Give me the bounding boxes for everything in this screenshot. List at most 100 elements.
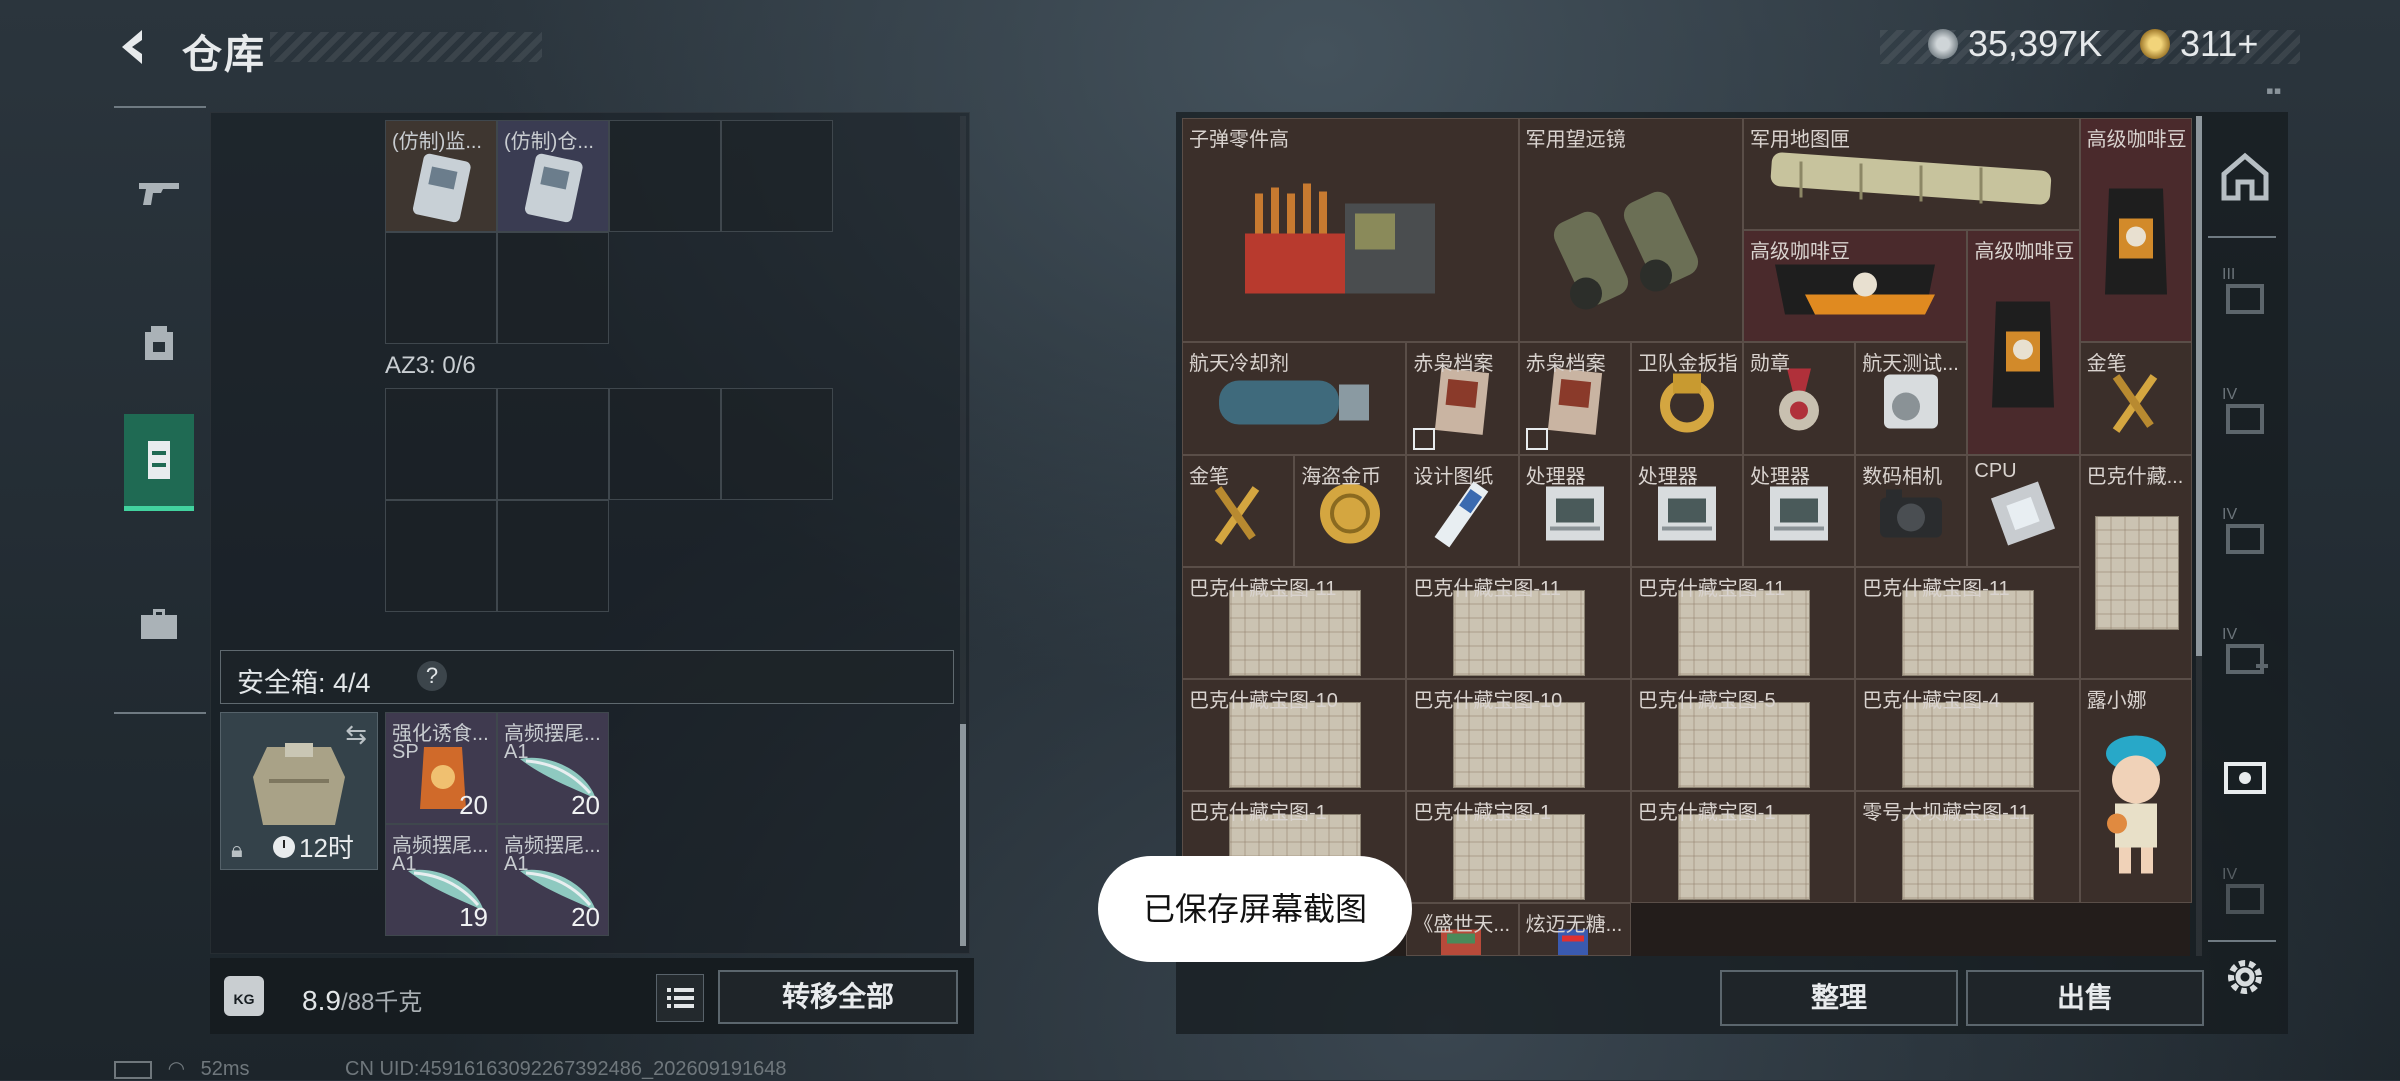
timer-text: 12时: [299, 833, 354, 863]
warehouse-item[interactable]: 卫队金扳指: [1630, 342, 1743, 455]
gold-currency[interactable]: 311+: [2140, 22, 2258, 66]
grid-cell[interactable]: [385, 388, 497, 500]
settings-gear-icon[interactable]: [2222, 954, 2268, 1000]
title-decoration: [270, 32, 542, 62]
item-name: 巴克什藏宝图-4: [1862, 690, 2000, 712]
grid-cell[interactable]: [721, 388, 833, 500]
sell-button[interactable]: 出售: [1966, 970, 2204, 1026]
warehouse-item[interactable]: 高级咖啡豆: [2079, 118, 2192, 343]
warehouse-item[interactable]: 勋章: [1743, 342, 1856, 455]
grid-cell[interactable]: [497, 232, 609, 344]
warehouse-item[interactable]: 巴克什藏宝图-10: [1406, 679, 1631, 792]
warehouse-item[interactable]: 巴克什藏宝图-5: [1630, 679, 1856, 792]
warehouse-item[interactable]: 航天冷却剂: [1182, 342, 1407, 455]
warehouse-item[interactable]: 海盗金币: [1294, 454, 1407, 567]
grid-cell[interactable]: [385, 232, 497, 344]
coffee-icon: [1988, 291, 2058, 416]
warehouse-item[interactable]: 《盛世天...: [1406, 903, 1519, 956]
swap-icon[interactable]: ⇆: [345, 719, 367, 750]
grid-cell[interactable]: [497, 500, 609, 612]
tab-collectibles[interactable]: [2220, 752, 2270, 802]
grid-cell[interactable]: [385, 500, 497, 612]
safe-item-lure[interactable]: 高频摆尾... A1 20: [498, 825, 608, 935]
nav-toolbox[interactable]: [124, 578, 194, 670]
back-arrow-icon[interactable]: [112, 24, 158, 70]
tab-III[interactable]: III: [2220, 266, 2270, 322]
item-name: 处理器: [1637, 465, 1698, 488]
grid-cell[interactable]: [497, 388, 609, 500]
tab-tier: IV: [2222, 506, 2238, 523]
warehouse-item[interactable]: 处理器: [1518, 454, 1631, 567]
map-image: [1229, 589, 1361, 676]
warehouse-item[interactable]: 巴克什藏宝图-1: [1630, 791, 1856, 904]
tab-IV-b[interactable]: IV: [2220, 506, 2270, 562]
warehouse-item[interactable]: 巴克什藏宝图-11: [1182, 566, 1407, 679]
item-name: 露小娜: [2086, 690, 2147, 712]
warehouse-item[interactable]: 数码相机: [1855, 454, 1968, 567]
backpack-scrollbar[interactable]: [960, 724, 966, 946]
safe-item-bait[interactable]: 强化诱食... SP 20: [386, 713, 496, 823]
az3-grid: [385, 388, 833, 612]
item-name: 巴克什藏宝图-1: [1413, 802, 1552, 825]
safe-box-slot[interactable]: ⇆ 🔒︎ 12时: [220, 712, 378, 870]
warehouse-item[interactable]: 高级咖啡豆: [1967, 230, 2080, 455]
help-icon[interactable]: ?: [417, 661, 447, 691]
warehouse-item[interactable]: 处理器: [1630, 454, 1743, 567]
warehouse-item[interactable]: 巴克什藏宝图-11: [1630, 566, 1856, 679]
item-slot[interactable]: (仿制)监...: [386, 121, 496, 231]
transfer-all-button[interactable]: 转移全部: [718, 970, 958, 1024]
warehouse-item[interactable]: 炫迈无糖...: [1518, 903, 1631, 956]
item-name: CPU: [1974, 459, 2017, 482]
map-image: [1902, 702, 2035, 788]
list-view-button[interactable]: [656, 974, 704, 1022]
no-transfer-icon: [1413, 427, 1436, 450]
warehouse-item[interactable]: 航天测试...: [1855, 342, 1968, 455]
warehouse-item[interactable]: 处理器: [1743, 454, 1856, 567]
item-name: 巴克什藏...: [2086, 465, 2184, 488]
tab-IV-c[interactable]: IV: [2220, 626, 2270, 682]
grid-cell[interactable]: [609, 388, 721, 500]
warehouse-item[interactable]: 零号大坝藏宝图-11: [1855, 791, 2080, 904]
sort-button[interactable]: 整理: [1720, 970, 1958, 1026]
item-name: 航天冷却剂: [1189, 353, 1289, 376]
warehouse-item[interactable]: 金笔: [2079, 342, 2192, 455]
warehouse-item[interactable]: 露小娜: [2079, 679, 2192, 904]
warehouse-item[interactable]: 金笔: [1182, 454, 1295, 567]
warehouse-item[interactable]: 赤枭档案: [1518, 342, 1631, 455]
warehouse-item[interactable]: 高级咖啡豆: [1743, 230, 1968, 343]
nav-weapons[interactable]: [124, 148, 194, 240]
item-name: 赤枭档案: [1525, 353, 1606, 376]
warehouse-item[interactable]: 军用地图匣: [1743, 118, 2080, 231]
item-name: 军用望远镜: [1525, 129, 1626, 151]
pen-icon: [2101, 366, 2171, 441]
figure-icon: [2091, 720, 2181, 885]
warehouse-item[interactable]: 巴克什藏...: [2079, 454, 2192, 679]
silver-currency[interactable]: 35,397K: [1928, 22, 2102, 66]
item-name: 卫队金扳指: [1637, 353, 1738, 376]
warehouse-item[interactable]: 赤枭档案: [1406, 342, 1519, 455]
warehouse-item[interactable]: 巴克什藏宝图-4: [1855, 679, 2080, 792]
warehouse-scrollbar[interactable]: [2196, 116, 2202, 656]
warehouse-item[interactable]: CPU: [1967, 454, 2080, 567]
nav-storage[interactable]: [124, 414, 194, 511]
warehouse-item[interactable]: 子弹零件高: [1182, 118, 1519, 343]
warehouse-item[interactable]: 巴克什藏宝图-11: [1406, 566, 1631, 679]
safe-item-lure[interactable]: 高频摆尾... A1 20: [498, 713, 608, 823]
page-title: 仓库: [182, 33, 266, 77]
safe-item-lure[interactable]: 高频摆尾... A1 19: [386, 825, 496, 935]
collapse-icon[interactable]: ▪▪: [2266, 78, 2282, 104]
warehouse-item[interactable]: 巴克什藏宝图-1: [1406, 791, 1631, 904]
item-slot[interactable]: (仿制)仓...: [498, 121, 608, 231]
item-name: 高级咖啡豆: [1974, 241, 2075, 264]
warehouse-item[interactable]: 巴克什藏宝图-10: [1182, 679, 1407, 792]
grid-cell[interactable]: [721, 120, 833, 232]
warehouse-item[interactable]: 巴克什藏宝图-11: [1855, 566, 2080, 679]
warehouse-item[interactable]: 军用望远镜: [1518, 118, 1743, 343]
nav-equipment[interactable]: [124, 296, 194, 388]
map-image: [1453, 589, 1586, 676]
tab-IV-d[interactable]: IV: [2220, 866, 2270, 922]
warehouse-item[interactable]: 设计图纸: [1406, 454, 1519, 567]
tab-IV-a[interactable]: IV: [2220, 386, 2270, 442]
warehouse-home-tab[interactable]: [2218, 150, 2272, 204]
grid-cell[interactable]: [609, 120, 721, 232]
